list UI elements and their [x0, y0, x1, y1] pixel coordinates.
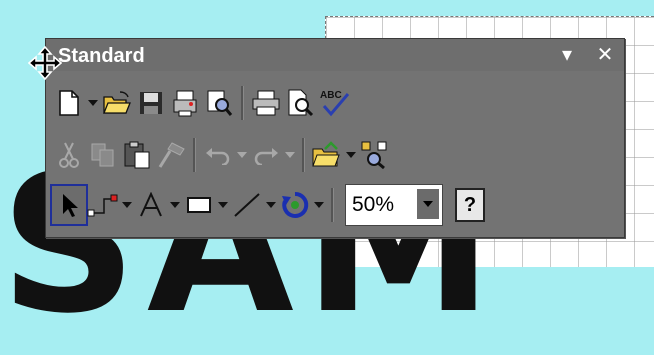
- standard-toolbar: Standard ▾ ✕ ABC 50% ?: [45, 38, 625, 238]
- research-tool-button[interactable]: [358, 136, 392, 174]
- rotate-dropdown-arrow[interactable]: [312, 186, 326, 224]
- print-icon: [252, 90, 280, 116]
- spelling-check-icon: ABC: [320, 90, 350, 117]
- redo-dropdown-arrow[interactable]: [283, 136, 297, 174]
- connector-icon: [87, 194, 118, 217]
- new-document-icon: [59, 90, 79, 116]
- separator: [302, 138, 305, 172]
- rotate-icon: [282, 191, 309, 218]
- research-button[interactable]: [202, 84, 236, 122]
- paste-icon: [124, 141, 150, 169]
- spelling-button[interactable]: ABC: [317, 84, 351, 122]
- separator: [241, 86, 244, 120]
- close-button[interactable]: ✕: [594, 42, 616, 66]
- undo-dropdown-arrow[interactable]: [235, 136, 249, 174]
- toolbar-titlebar[interactable]: Standard ▾ ✕: [46, 39, 624, 71]
- zoom-dropdown-arrow[interactable]: [417, 189, 439, 219]
- insert-hyperlink-button[interactable]: [310, 136, 344, 174]
- print-preview-icon: [288, 89, 314, 117]
- print-button[interactable]: [249, 84, 283, 122]
- network-search-icon: [361, 141, 387, 170]
- separator: [193, 138, 196, 172]
- open-button[interactable]: [100, 84, 134, 122]
- format-painter-button[interactable]: [154, 136, 188, 174]
- save-disk-icon: [140, 92, 162, 114]
- cut-button[interactable]: [52, 136, 86, 174]
- toolbar-options-button[interactable]: ▾: [556, 42, 578, 66]
- line-button[interactable]: [230, 186, 264, 224]
- move-cursor-icon: [28, 46, 62, 80]
- rectangle-icon: [187, 197, 211, 213]
- text-a-icon: [140, 192, 162, 217]
- zoom-value[interactable]: 50%: [346, 193, 394, 217]
- paste-button[interactable]: [120, 136, 154, 174]
- save-button[interactable]: [134, 84, 168, 122]
- copy-button[interactable]: [86, 136, 120, 174]
- print-preview-button[interactable]: [283, 84, 317, 122]
- permission-icon: [173, 90, 197, 117]
- svg-text:ABC: ABC: [320, 90, 342, 101]
- copy-icon: [91, 143, 114, 167]
- text-dropdown-arrow[interactable]: [168, 186, 182, 224]
- undo-button[interactable]: [201, 136, 235, 174]
- zoom-combobox[interactable]: 50%: [345, 184, 443, 226]
- undo-icon: [206, 148, 230, 165]
- redo-button[interactable]: [249, 136, 283, 174]
- rectangle-button[interactable]: [182, 186, 216, 224]
- standard-row: ABC: [52, 81, 351, 125]
- select-objects-button[interactable]: [50, 184, 88, 226]
- connector-dropdown-arrow[interactable]: [120, 186, 134, 224]
- research-icon: [207, 90, 233, 116]
- open-folder-icon: [103, 91, 131, 114]
- rectangle-dropdown-arrow[interactable]: [216, 186, 230, 224]
- line-dropdown-arrow[interactable]: [264, 186, 278, 224]
- insert-folder-icon: [312, 141, 340, 167]
- new-dropdown-arrow[interactable]: [86, 84, 100, 122]
- pointer-arrow-icon: [63, 194, 78, 217]
- edit-row: [52, 133, 392, 177]
- redo-icon: [254, 148, 278, 165]
- connector-button[interactable]: [86, 186, 120, 224]
- line-icon: [234, 193, 260, 217]
- format-painter-icon: [158, 142, 185, 168]
- new-button[interactable]: [52, 84, 86, 122]
- separator: [331, 188, 334, 222]
- insert-dropdown-arrow[interactable]: [344, 136, 358, 174]
- text-tool-button[interactable]: [134, 186, 168, 224]
- help-button[interactable]: ?: [455, 188, 485, 222]
- toolbar-title: Standard: [58, 45, 145, 67]
- drawing-row: 50% ?: [50, 183, 485, 227]
- permission-button[interactable]: [168, 84, 202, 122]
- cut-icon: [59, 142, 79, 168]
- rotate-button[interactable]: [278, 186, 312, 224]
